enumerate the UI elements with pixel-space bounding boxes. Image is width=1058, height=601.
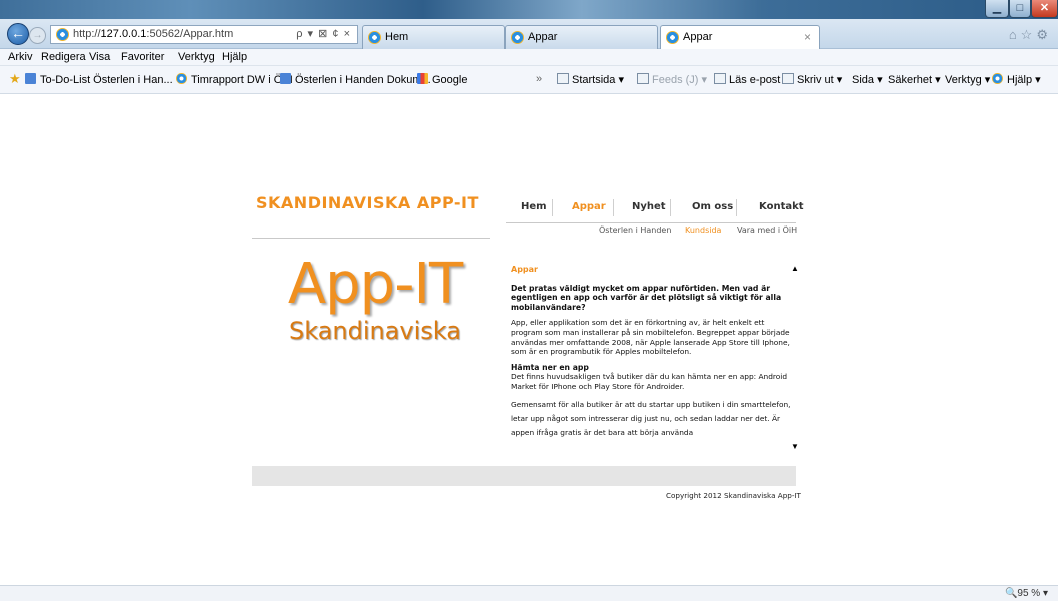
tab-appar[interactable]: Appar xyxy=(505,25,658,49)
tab-label: Appar xyxy=(683,31,713,43)
content-subheading: Hämta ner en app xyxy=(511,362,589,372)
cmd-startsida[interactable]: Startsida ▾ xyxy=(557,73,624,86)
cmd-feeds[interactable]: Feeds (J) ▾ xyxy=(637,73,707,86)
back-button[interactable]: ← xyxy=(7,23,29,45)
home-favorites-settings-icons[interactable]: ⌂☆⚙ xyxy=(1009,27,1052,43)
mail-icon xyxy=(714,73,726,84)
divider xyxy=(252,238,490,239)
feed-icon xyxy=(637,73,649,84)
content-paragraph: Gemensamt för alla butiker är att du sta… xyxy=(511,399,791,437)
menu-visa[interactable]: Visa xyxy=(89,51,110,63)
subnav-osterlen-i-handen[interactable]: Österlen i Handen xyxy=(599,226,671,235)
address-bar[interactable]: http://127.0.0.1:50562/Appar.htm ρ ▾ ⊠ ¢… xyxy=(50,25,358,44)
cmd-las-epost[interactable]: Läs e-post xyxy=(714,73,780,86)
ie-tab-icon xyxy=(368,31,381,44)
divider xyxy=(506,222,796,223)
favorite-timrapport[interactable]: Timrapport DW i ÖiH xyxy=(176,73,293,86)
menu-redigera[interactable]: Redigera xyxy=(41,51,86,63)
subnav-kundsida[interactable]: Kundsida xyxy=(685,226,721,235)
google-icon xyxy=(417,73,428,84)
doc-icon xyxy=(280,73,291,84)
nav-separator xyxy=(613,199,614,216)
ie-tab-icon xyxy=(666,31,679,44)
tab-appar-active[interactable]: Appar × xyxy=(660,25,820,49)
ie-tab-icon xyxy=(511,31,524,44)
close-window-button[interactable]: ✕ xyxy=(1031,0,1058,18)
ie-icon xyxy=(176,73,187,84)
cmd-hjalp[interactable]: Hjälp ▾ xyxy=(992,73,1041,86)
tab-label: Hem xyxy=(385,31,409,43)
brand-logo-main: App-IT xyxy=(287,252,463,317)
home-icon xyxy=(557,73,569,84)
close-tab-icon[interactable]: × xyxy=(804,30,811,44)
favorites-bar: ★ To-Do-List Österlen i Han... Timrappor… xyxy=(0,66,1058,94)
forward-button[interactable]: → xyxy=(29,27,46,44)
cmd-sida[interactable]: Sida ▾ xyxy=(852,73,883,86)
cmd-skriv-ut[interactable]: Skriv ut ▾ xyxy=(782,73,842,86)
overflow-chevron-icon[interactable]: » xyxy=(536,73,542,85)
nav-kontakt[interactable]: Kontakt xyxy=(759,201,804,212)
favorite-osterlen-dokument[interactable]: Österlen i Handen Dokum... xyxy=(280,73,431,86)
nav-nyhet[interactable]: Nyhet xyxy=(632,201,666,212)
window-titlebar xyxy=(0,0,1058,19)
tab-label: Appar xyxy=(528,31,558,43)
maximize-button[interactable]: □ xyxy=(1009,0,1031,18)
scroll-up-arrow-icon[interactable]: ▲ xyxy=(791,265,801,273)
subnav-vara-med[interactable]: Vara med i ÖiH xyxy=(737,226,797,235)
zoom-control[interactable]: 🔍95 % ▾ xyxy=(1005,588,1048,599)
favorite-google[interactable]: Google xyxy=(417,73,467,86)
address-url[interactable]: http://127.0.0.1:50562/Appar.htm xyxy=(73,28,233,40)
nav-separator xyxy=(670,199,671,216)
content-scroll-area[interactable]: Appar Det pratas väldigt mycket om appar… xyxy=(511,265,793,449)
menu-arkiv[interactable]: Arkiv xyxy=(8,51,32,63)
tab-hem[interactable]: Hem xyxy=(362,25,505,49)
cmd-verktyg[interactable]: Verktyg ▾ xyxy=(945,73,990,86)
content-heading: Appar xyxy=(511,265,538,274)
ie-page-icon xyxy=(56,28,69,41)
favorite-todo-list[interactable]: To-Do-List Österlen i Han... xyxy=(25,73,173,86)
menu-hjalp[interactable]: Hjälp xyxy=(222,51,247,63)
nav-separator xyxy=(552,199,553,216)
copyright-text: Copyright 2012 Skandinaviska App-IT xyxy=(666,491,801,500)
nav-om-oss[interactable]: Om oss xyxy=(692,201,733,212)
nav-separator xyxy=(736,199,737,216)
footer-bar xyxy=(252,466,796,486)
cmd-sakerhet[interactable]: Säkerhet ▾ xyxy=(888,73,941,86)
favorites-star-icon[interactable]: ★ xyxy=(9,72,22,85)
scroll-down-arrow-icon[interactable]: ▼ xyxy=(791,443,801,451)
help-icon xyxy=(992,73,1003,84)
site-title[interactable]: SKANDINAVISKA APP-IT xyxy=(256,193,479,212)
minimize-button[interactable]: ▁ xyxy=(985,0,1009,18)
menu-favoriter[interactable]: Favoriter xyxy=(121,51,164,63)
browser-navbar: ← → http://127.0.0.1:50562/Appar.htm ρ ▾… xyxy=(0,19,1058,49)
brand-logo-sub: Skandinaviska xyxy=(288,317,461,345)
content-paragraph: Det finns huvudsakligen två butiker där … xyxy=(511,372,788,391)
nav-appar[interactable]: Appar xyxy=(572,201,606,212)
doc-icon xyxy=(25,73,36,84)
content-paragraph: App, eller applikation som det är en för… xyxy=(511,318,790,357)
menu-bar: Arkiv Redigera Visa Favoriter Verktyg Hj… xyxy=(0,49,1058,66)
address-tools[interactable]: ρ ▾ ⊠ ¢ × xyxy=(296,27,351,40)
menu-verktyg[interactable]: Verktyg xyxy=(178,51,215,63)
status-bar: 🔍95 % ▾ xyxy=(0,585,1058,601)
printer-icon xyxy=(782,73,794,84)
nav-hem[interactable]: Hem xyxy=(521,201,547,212)
content-lead: Det pratas väldigt mycket om appar nuför… xyxy=(511,283,782,312)
